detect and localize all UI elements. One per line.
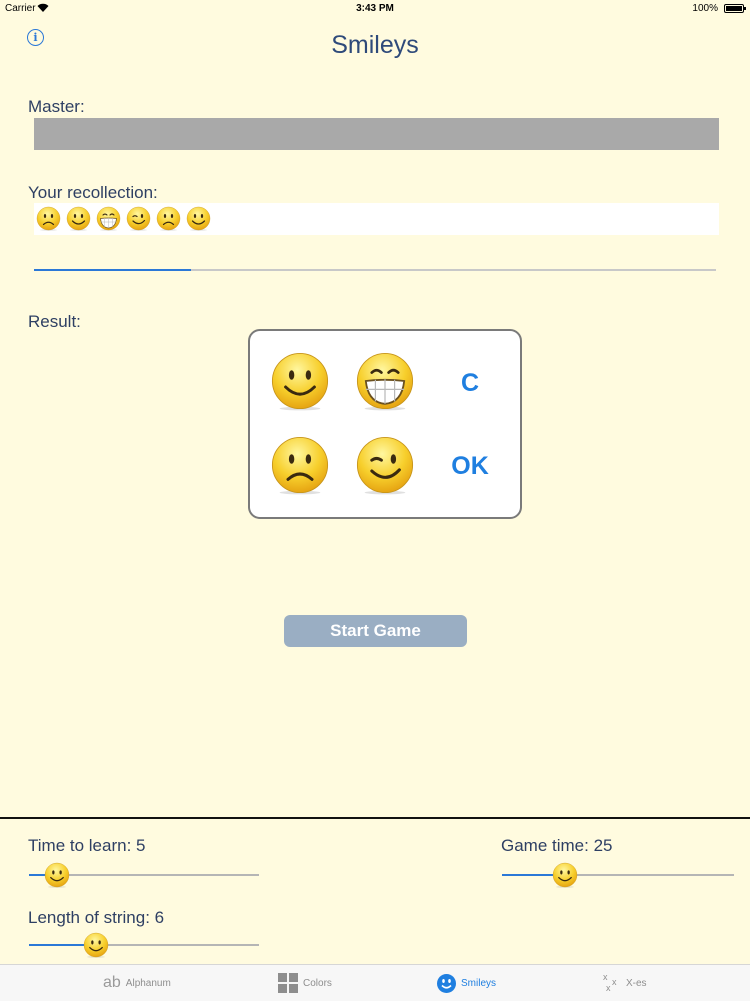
key-grin[interactable] [355, 351, 415, 416]
key-wink[interactable] [355, 435, 415, 500]
tab-label: Alphanum [125, 977, 171, 989]
length-of-string-label: Length of string: 6 [28, 908, 165, 927]
grid-icon [278, 973, 298, 993]
game-time-label: Game time: 25 [501, 836, 613, 855]
recollection-label: Your recollection: [28, 183, 158, 202]
sad-smiley-icon [36, 206, 61, 232]
recollection-smileys [36, 206, 211, 232]
length-of-string-slider[interactable] [29, 932, 259, 958]
wink-smiley-icon [355, 436, 415, 499]
progress-bar [34, 269, 716, 271]
smiley-keypad: C OK [248, 329, 522, 519]
tab-bar: ab Alphanum Colors Smileys x x x X-es [0, 964, 750, 1001]
slider-thumb-smiley-icon[interactable] [83, 932, 109, 958]
master-label: Master: [28, 97, 85, 116]
battery-percent: 100% [692, 3, 718, 14]
sad-smiley-icon [156, 206, 181, 232]
x-es-icon: x x x [603, 972, 617, 993]
wink-smiley-icon [126, 206, 151, 232]
tab-label: Colors [303, 977, 332, 989]
tab-colors[interactable]: Colors [278, 973, 332, 993]
smiley-icon [437, 973, 456, 993]
grin-smiley-icon [96, 206, 121, 232]
ab-icon: ab [103, 974, 121, 991]
slider-thumb-smiley-icon[interactable] [552, 862, 578, 888]
slider-thumb-smiley-icon[interactable] [44, 862, 70, 888]
status-bar: Carrier 3:43 PM 100% [0, 0, 750, 16]
status-time: 3:43 PM [356, 3, 394, 14]
result-label: Result: [28, 312, 81, 331]
key-smile[interactable] [270, 351, 330, 416]
tab-label: Smileys [461, 977, 497, 989]
smile-smiley-icon [270, 352, 330, 415]
ok-button[interactable]: OK [440, 452, 500, 481]
master-display [34, 118, 719, 150]
start-game-button[interactable]: Start Game [284, 615, 467, 647]
tab-alphanum[interactable]: ab Alphanum [103, 973, 171, 993]
tab-x-es[interactable]: x x x X-es [603, 973, 647, 993]
tab-label: X-es [626, 977, 647, 989]
grin-smiley-icon [355, 352, 415, 415]
tab-smileys[interactable]: Smileys [437, 973, 496, 993]
sad-smiley-icon [270, 436, 330, 499]
time-to-learn-label: Time to learn: 5 [28, 836, 146, 855]
page-title: Smileys [331, 31, 419, 59]
clear-button[interactable]: C [440, 369, 500, 398]
smile-smiley-icon [66, 206, 91, 232]
settings-divider [0, 817, 750, 819]
time-to-learn-slider[interactable] [29, 862, 259, 888]
smile-smiley-icon [186, 206, 211, 232]
key-sad[interactable] [270, 435, 330, 500]
battery-icon [724, 4, 746, 13]
progress-bar-fill [34, 269, 191, 271]
game-time-slider[interactable] [502, 862, 734, 888]
